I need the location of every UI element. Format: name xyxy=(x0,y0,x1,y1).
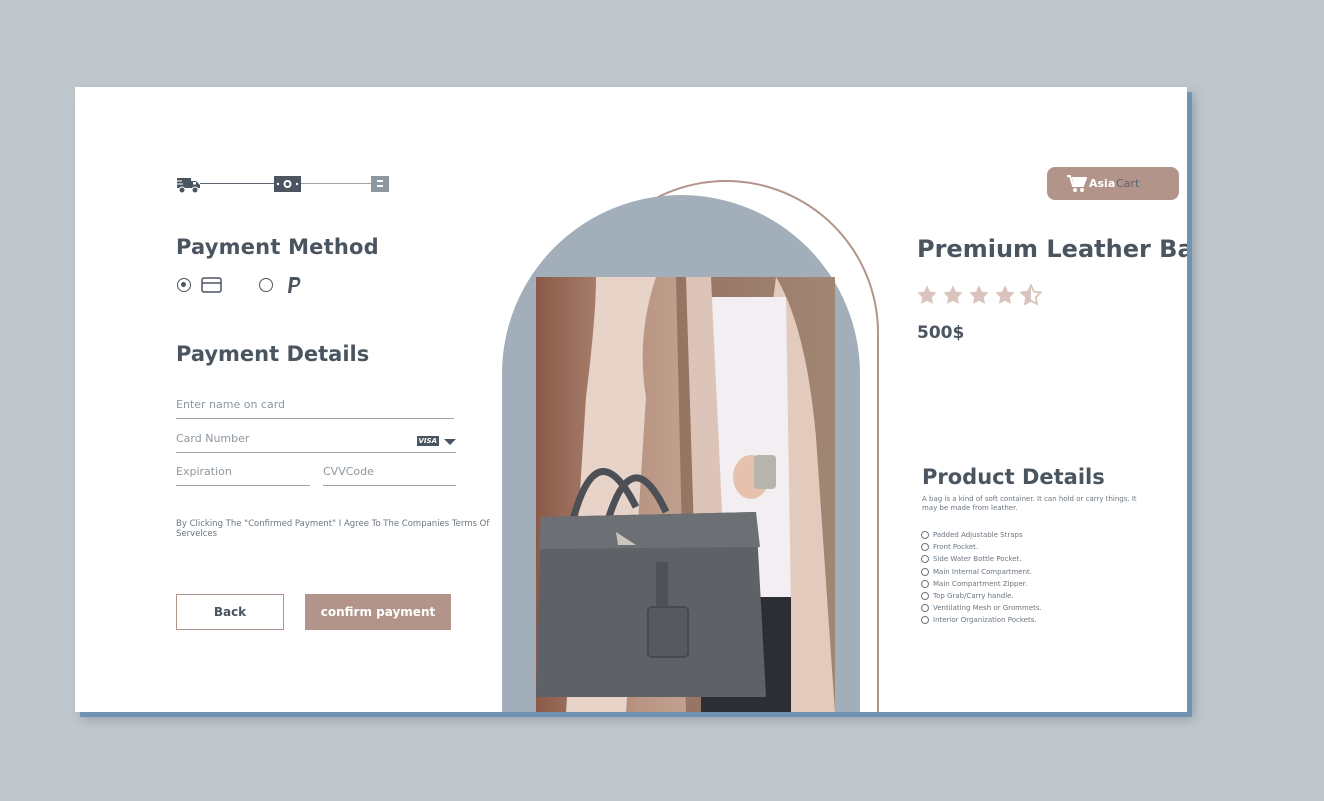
product-price: 500$ xyxy=(917,323,965,343)
expiration-placeholder: Expiration xyxy=(176,465,232,478)
list-item: Ventilating Mesh or Grommets. xyxy=(921,604,1042,616)
product-details-title: Product Details xyxy=(922,465,1105,489)
name-on-card-placeholder: Enter name on card xyxy=(176,398,286,411)
cvv-placeholder: CVVCode xyxy=(323,465,374,478)
back-button[interactable]: Back xyxy=(176,594,284,630)
check-circle-icon xyxy=(921,616,929,625)
step-connector xyxy=(301,183,373,184)
list-item: Padded Adjustable Straps xyxy=(921,531,1042,543)
check-circle-icon xyxy=(921,579,929,588)
list-item: Main Compartment Zipper. xyxy=(921,579,1042,592)
product-photo xyxy=(536,277,835,712)
check-circle-icon xyxy=(921,555,929,564)
list-item: Top Grab/Carry handle. xyxy=(921,591,1042,604)
rating-stars xyxy=(916,284,1046,306)
check-circle-icon xyxy=(921,591,929,600)
checkout-progress xyxy=(176,173,391,195)
visa-badge: VISA xyxy=(416,436,439,446)
brand-name-first: Asia xyxy=(1089,177,1116,190)
payment-details-title: Payment Details xyxy=(176,342,370,366)
receipt-icon[interactable] xyxy=(371,175,389,193)
cvv-field[interactable]: CVVCode xyxy=(323,465,456,486)
check-circle-icon xyxy=(921,604,929,613)
step-connector xyxy=(200,183,276,184)
list-item: Front Pocket. xyxy=(921,543,1042,555)
brand-name-second: Cart xyxy=(1116,177,1140,190)
check-circle-icon xyxy=(921,567,929,576)
shopping-cart-icon xyxy=(1067,175,1087,192)
paypal-payment-radio[interactable] xyxy=(259,278,273,292)
terms-text: By Clicking The "Confirmed Payment" I Ag… xyxy=(176,519,490,539)
list-item: Main Internal Compartment. xyxy=(921,567,1042,580)
product-title: Premium Leather Bag xyxy=(917,235,1187,263)
product-description: A bag is a kind of soft container. It ca… xyxy=(922,495,1137,512)
check-circle-icon xyxy=(921,543,929,552)
star-icon xyxy=(943,285,963,304)
star-icon xyxy=(917,285,937,304)
name-on-card-field[interactable]: Enter name on card xyxy=(176,398,454,419)
feature-list: Padded Adjustable Straps Front Pocket. S… xyxy=(921,531,1042,629)
delivery-truck-icon[interactable] xyxy=(176,175,202,195)
star-icon xyxy=(995,285,1015,304)
credit-card-icon xyxy=(201,277,222,293)
leather-bag-image xyxy=(536,277,835,712)
card-type-dropdown-icon[interactable] xyxy=(444,439,456,445)
paypal-icon xyxy=(288,277,301,293)
card-payment-radio[interactable] xyxy=(177,278,191,292)
payment-method-title: Payment Method xyxy=(176,235,379,259)
confirm-payment-button[interactable]: confirm payment xyxy=(305,594,451,630)
half-star-icon xyxy=(1020,284,1042,306)
card-number-field[interactable]: Card Number VISA xyxy=(176,432,456,453)
check-circle-icon xyxy=(921,531,929,539)
cash-icon[interactable] xyxy=(274,175,301,193)
list-item: Interior Organization Pockets. xyxy=(921,616,1042,628)
list-item: Side Water Bottle Pocket. xyxy=(921,555,1042,567)
expiration-field[interactable]: Expiration xyxy=(176,465,310,486)
checkout-card: Payment Method Payment Details Enter nam… xyxy=(75,87,1187,712)
card-number-placeholder: Card Number xyxy=(176,432,250,445)
asia-cart-logo[interactable]: Asia Cart xyxy=(1047,167,1179,200)
star-icon xyxy=(969,285,989,304)
